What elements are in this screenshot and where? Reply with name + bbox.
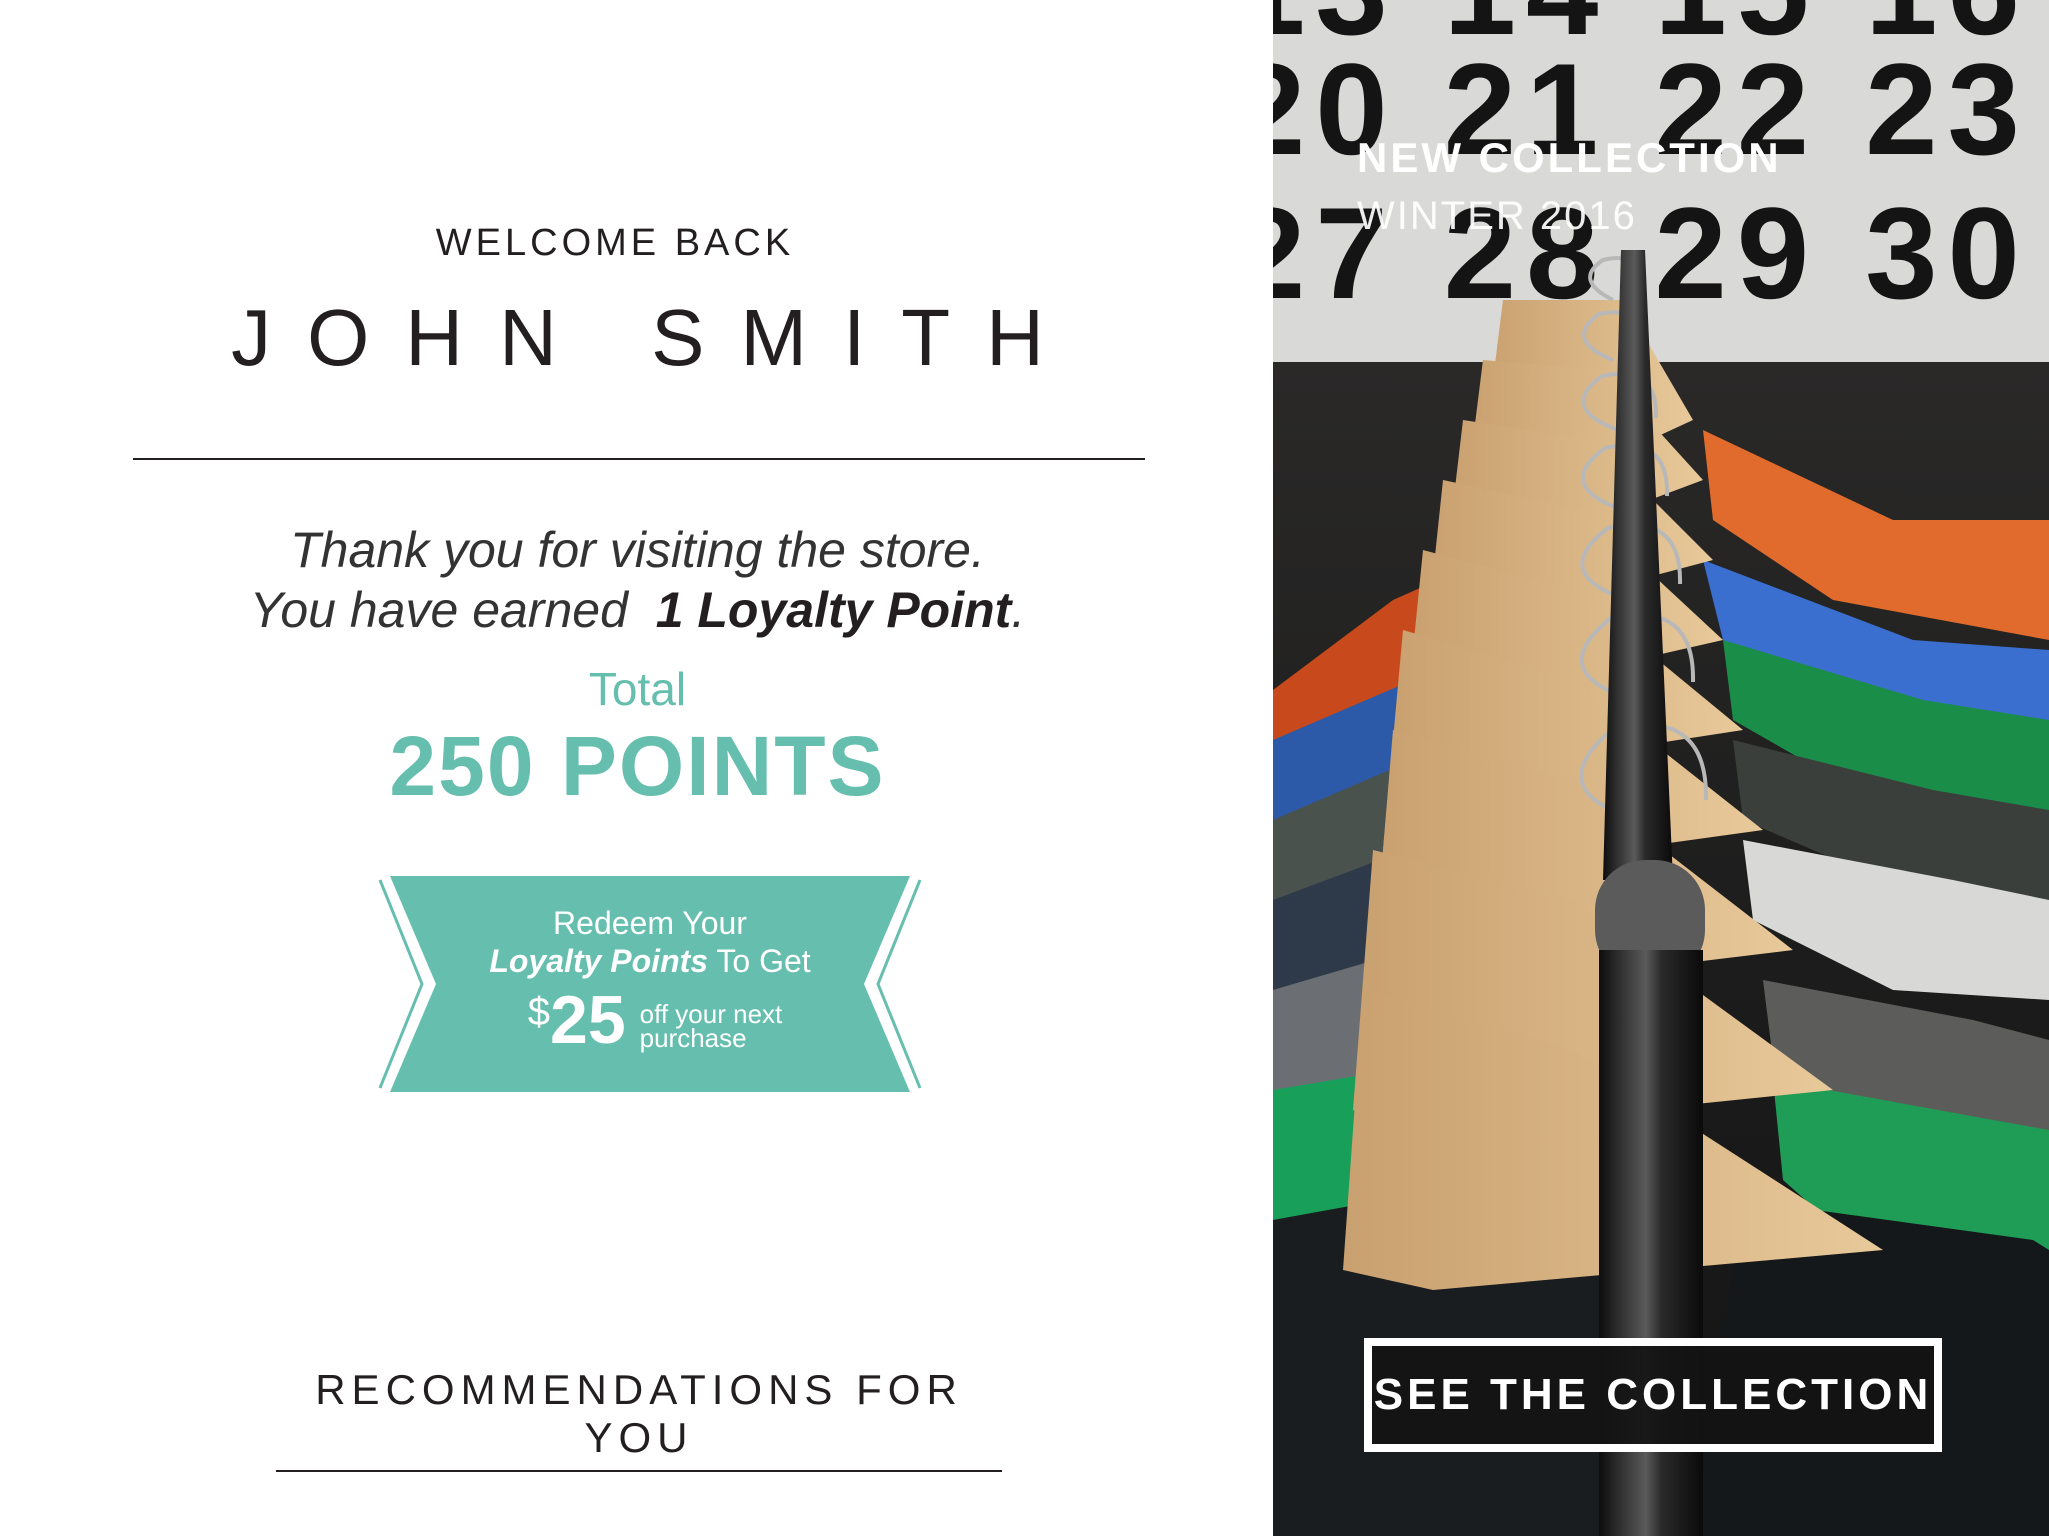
redeem-banner[interactable]: Redeem Your Loyalty Points To Get $ 25 o… [374, 876, 926, 1092]
off-line2: purchase [639, 1023, 747, 1053]
earned-prefix: You have earned [249, 582, 628, 638]
redeem-amount-row: $ 25 off your next purchase [374, 984, 926, 1056]
see-collection-button[interactable]: SEE THE COLLECTION [1364, 1338, 1942, 1452]
earned-points: 1 Loyalty Point [655, 582, 1012, 638]
recommendations-link[interactable]: RECOMMENDATIONS FOR YOU [276, 1366, 1002, 1472]
redeem-loyalty-points: Loyalty Points [489, 943, 709, 979]
earned-line: You have earned 1 Loyalty Point. [0, 580, 1275, 640]
redeem-amount: 25 [550, 982, 626, 1058]
collection-subtitle: WINTER 2016 [1357, 194, 1637, 238]
thank-you-message: Thank you for visiting the store. You ha… [0, 520, 1275, 640]
thank-you-line: Thank you for visiting the store. [290, 522, 985, 578]
redeem-off-text: off your next purchase [639, 1001, 783, 1053]
earned-suffix: . [1011, 582, 1026, 638]
welcome-heading: WELCOME BACK [435, 222, 795, 264]
redeem-line2: Loyalty Points To Get [374, 942, 926, 980]
collection-title: NEW COLLECTION [1357, 134, 1782, 181]
currency-symbol: $ [527, 990, 550, 1034]
redeem-text: Redeem Your Loyalty Points To Get $ 25 o… [374, 904, 926, 1056]
collection-panel: 13 14 15 16 20 21 22 23 27 28 29 30 [1273, 0, 2049, 1536]
customer-name: JOHN SMITH [231, 293, 1080, 382]
divider [133, 458, 1145, 460]
loyalty-panel: WELCOME BACK JOHN SMITH Thank you for vi… [0, 0, 1273, 1536]
total-points: 250 POINTS [389, 719, 886, 813]
total-label: Total [588, 663, 687, 715]
redeem-to-get: To Get [716, 943, 811, 979]
redeem-line1: Redeem Your [553, 905, 747, 941]
